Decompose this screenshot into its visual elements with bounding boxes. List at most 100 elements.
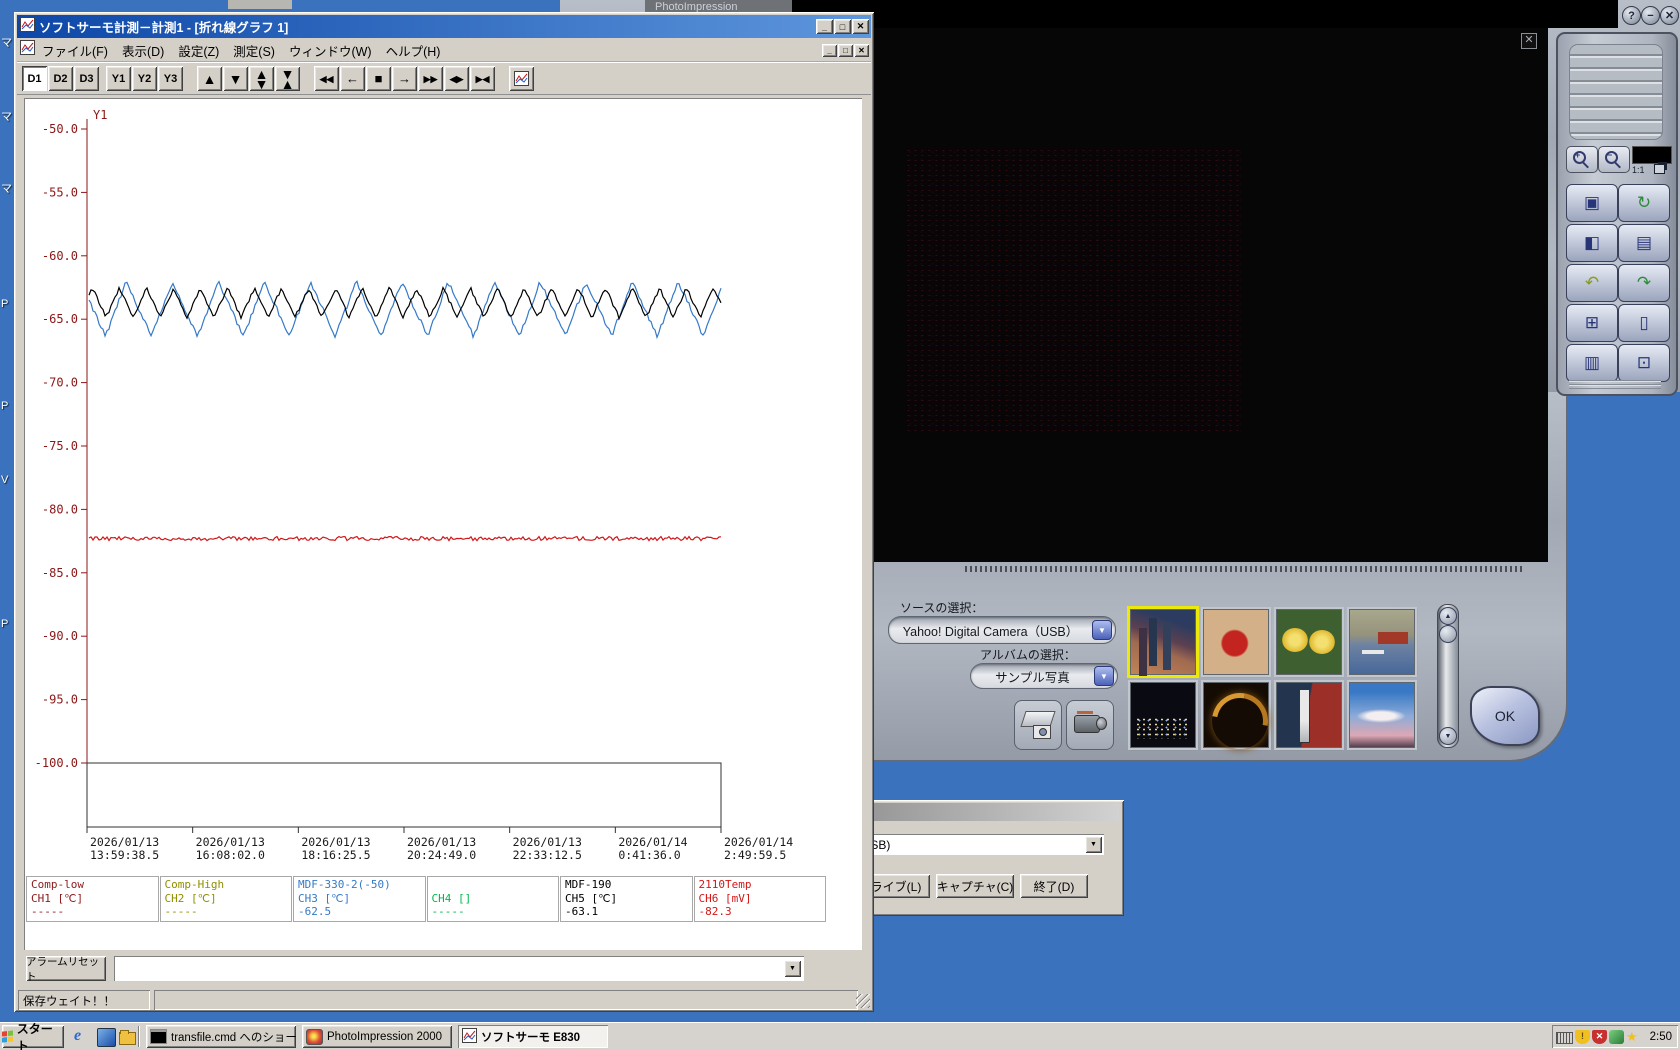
help-button[interactable]: ? (1622, 6, 1641, 25)
compress-horizontal-button[interactable]: ▶◀ (470, 66, 495, 91)
axis-select-y2[interactable]: Y2 (132, 66, 157, 91)
minimize-button[interactable]: _ (816, 19, 833, 34)
desktop-icon-label[interactable]: P (1, 298, 15, 310)
data-select-d3[interactable]: D3 (74, 66, 99, 91)
desktop-icon-label[interactable]: P (1, 618, 15, 630)
security-alert-icon[interactable]: ✕ (1592, 1029, 1607, 1044)
zoom-ratio-label[interactable]: 1:1 (1632, 165, 1645, 175)
thumbnail-scrollbar[interactable]: ▲ ▼ (1437, 604, 1459, 748)
step-forward-button[interactable]: → (392, 66, 417, 91)
thumbnail-gold-light-trails[interactable] (1203, 682, 1269, 748)
mdi-child-icon[interactable] (20, 40, 35, 60)
start-button[interactable]: スタート (2, 1022, 64, 1050)
legend-ch1: Comp-low CH1 [℃] ----- (26, 876, 159, 922)
svg-text:20:24:49.0: 20:24:49.0 (407, 848, 476, 862)
task-button-cmd[interactable]: transfile.cmd へのショート... (146, 1025, 296, 1048)
cascade-windows-icon[interactable] (1654, 164, 1665, 174)
scroll-up-button[interactable]: ▲ (197, 66, 222, 91)
thumbnail-night-city[interactable] (1130, 682, 1196, 748)
capture-button[interactable]: キャプチャ(C) (936, 874, 1014, 898)
star-icon[interactable]: ★ (1626, 1029, 1641, 1044)
copy-page-button[interactable]: ▤ (1618, 224, 1670, 262)
album-board-button[interactable]: ⊡ (1618, 344, 1670, 382)
stop-button[interactable]: ■ (366, 66, 391, 91)
close-button[interactable]: ✕ (1660, 6, 1679, 25)
fast-forward-button[interactable]: ▶▶ (418, 66, 443, 91)
duplicate-button[interactable]: ⊞ (1566, 304, 1618, 342)
scroll-up-icon[interactable]: ▲ (1439, 607, 1457, 625)
exit-button[interactable]: 終了(D) (1020, 874, 1088, 898)
compress-vertical-button[interactable]: ▼ ▲ (275, 66, 300, 91)
scroll-down-icon[interactable]: ▼ (1439, 727, 1457, 745)
rotate-button[interactable]: ↻ (1618, 184, 1670, 222)
zoom-in-button[interactable]: + (1566, 146, 1598, 173)
task-button-softthermo[interactable]: ソフトサーモ E830 (458, 1025, 608, 1048)
thumbnail-yellow-flowers[interactable] (1276, 609, 1342, 675)
svg-text:-75.0: -75.0 (42, 439, 78, 453)
step-back-button[interactable]: ← (340, 66, 365, 91)
mdi-restore-button[interactable]: □ (838, 43, 853, 57)
acquire-scanner-button[interactable] (1014, 700, 1062, 750)
desktop-icon-label[interactable]: V (1, 474, 15, 486)
flip-horizontal-button[interactable]: ◧ (1566, 224, 1618, 262)
menu-表示[interactable]: 表示(D) (115, 39, 171, 62)
zoom-out-button[interactable]: − (1598, 146, 1630, 173)
fit-window-button[interactable]: ▣ (1566, 184, 1618, 222)
maximize-button[interactable]: □ (834, 19, 851, 34)
chevron-down-icon[interactable]: ▼ (1092, 620, 1112, 640)
preview-close-icon[interactable]: ✕ (1521, 33, 1537, 49)
menu-ファイル[interactable]: ファイル(F) (35, 39, 115, 62)
close-button[interactable]: ✕ (852, 19, 869, 34)
data-select-d1[interactable]: D1 (22, 66, 47, 91)
alarm-combobox[interactable]: ▼ (114, 956, 804, 981)
thumbnail-lighthouse[interactable] (1276, 682, 1342, 748)
mdi-close-button[interactable]: ✕ (854, 43, 869, 57)
thumbnail-rock-spires[interactable] (1130, 609, 1196, 675)
album-select-combobox[interactable]: サンプル写真 ▼ (970, 663, 1118, 689)
thumbnail-harbor-town[interactable] (1349, 609, 1415, 675)
graph-settings-button[interactable] (509, 66, 534, 91)
chevron-down-icon[interactable]: ▼ (1085, 836, 1102, 853)
axis-select-y1[interactable]: Y1 (106, 66, 131, 91)
thumbnail-sunset-clouds[interactable] (1349, 682, 1415, 748)
data-select-d2[interactable]: D2 (48, 66, 73, 91)
security-warning-icon[interactable]: ! (1575, 1029, 1590, 1044)
outlook-icon[interactable] (97, 1028, 116, 1047)
desktop-icon-label[interactable]: P (1, 400, 15, 412)
keyboard-layout-icon[interactable] (1556, 1031, 1573, 1044)
menu-ヘルプ[interactable]: ヘルプ(H) (379, 39, 448, 62)
internet-explorer-icon[interactable]: e (74, 1028, 91, 1045)
print-button[interactable]: ▥ (1566, 344, 1618, 382)
folder-icon[interactable] (119, 1028, 136, 1045)
thumbnail-cardinal-bird[interactable] (1203, 609, 1269, 675)
video-capture-button[interactable] (1066, 700, 1114, 750)
rewind-button[interactable]: ◀◀ (314, 66, 339, 91)
desktop-icon-label[interactable]: マ (1, 180, 15, 196)
resize-grip[interactable] (856, 994, 870, 1008)
captured-dark-image (905, 148, 1241, 432)
desktop-icon-label[interactable]: マ (1, 108, 15, 124)
mdi-minimize-button[interactable]: _ (822, 43, 837, 57)
desktop-icon-label[interactable]: マ (1, 34, 15, 50)
redo-button[interactable]: ↷ (1618, 264, 1670, 302)
undo-button[interactable]: ↶ (1566, 264, 1618, 302)
photoimpression-title-black-area (792, 0, 1618, 28)
scroll-down-button[interactable]: ▼ (223, 66, 248, 91)
expand-horizontal-button[interactable]: ◀▶ (444, 66, 469, 91)
tray-clock[interactable]: 2:50 (1650, 1031, 1672, 1043)
chevron-down-icon[interactable]: ▼ (1094, 666, 1114, 686)
menu-設定[interactable]: 設定(Z) (171, 39, 226, 62)
axis-select-y3[interactable]: Y3 (158, 66, 183, 91)
menu-ウィンドウ[interactable]: ウィンドウ(W) (282, 39, 379, 62)
alarm-reset-button[interactable]: アラームリセット (26, 956, 106, 983)
usb-device-icon[interactable] (1609, 1029, 1624, 1044)
menu-測定[interactable]: 測定(S) (226, 39, 282, 62)
portrait-button[interactable]: ▯ (1618, 304, 1670, 342)
expand-vertical-button[interactable]: ▲ ▼ (249, 66, 274, 91)
source-select-combobox[interactable]: Yahoo! Digital Camera（USB） ▼ (888, 616, 1116, 644)
scroll-thumb[interactable] (1439, 625, 1457, 643)
minimize-button[interactable]: − (1641, 6, 1660, 25)
titlebar[interactable]: ソフトサーモ計測－計測1 - [折れ線グラフ 1] _ □ ✕ (17, 15, 871, 38)
chevron-down-icon[interactable]: ▼ (784, 960, 801, 977)
task-button-photoimpression[interactable]: PhotoImpression 2000 (302, 1025, 452, 1048)
